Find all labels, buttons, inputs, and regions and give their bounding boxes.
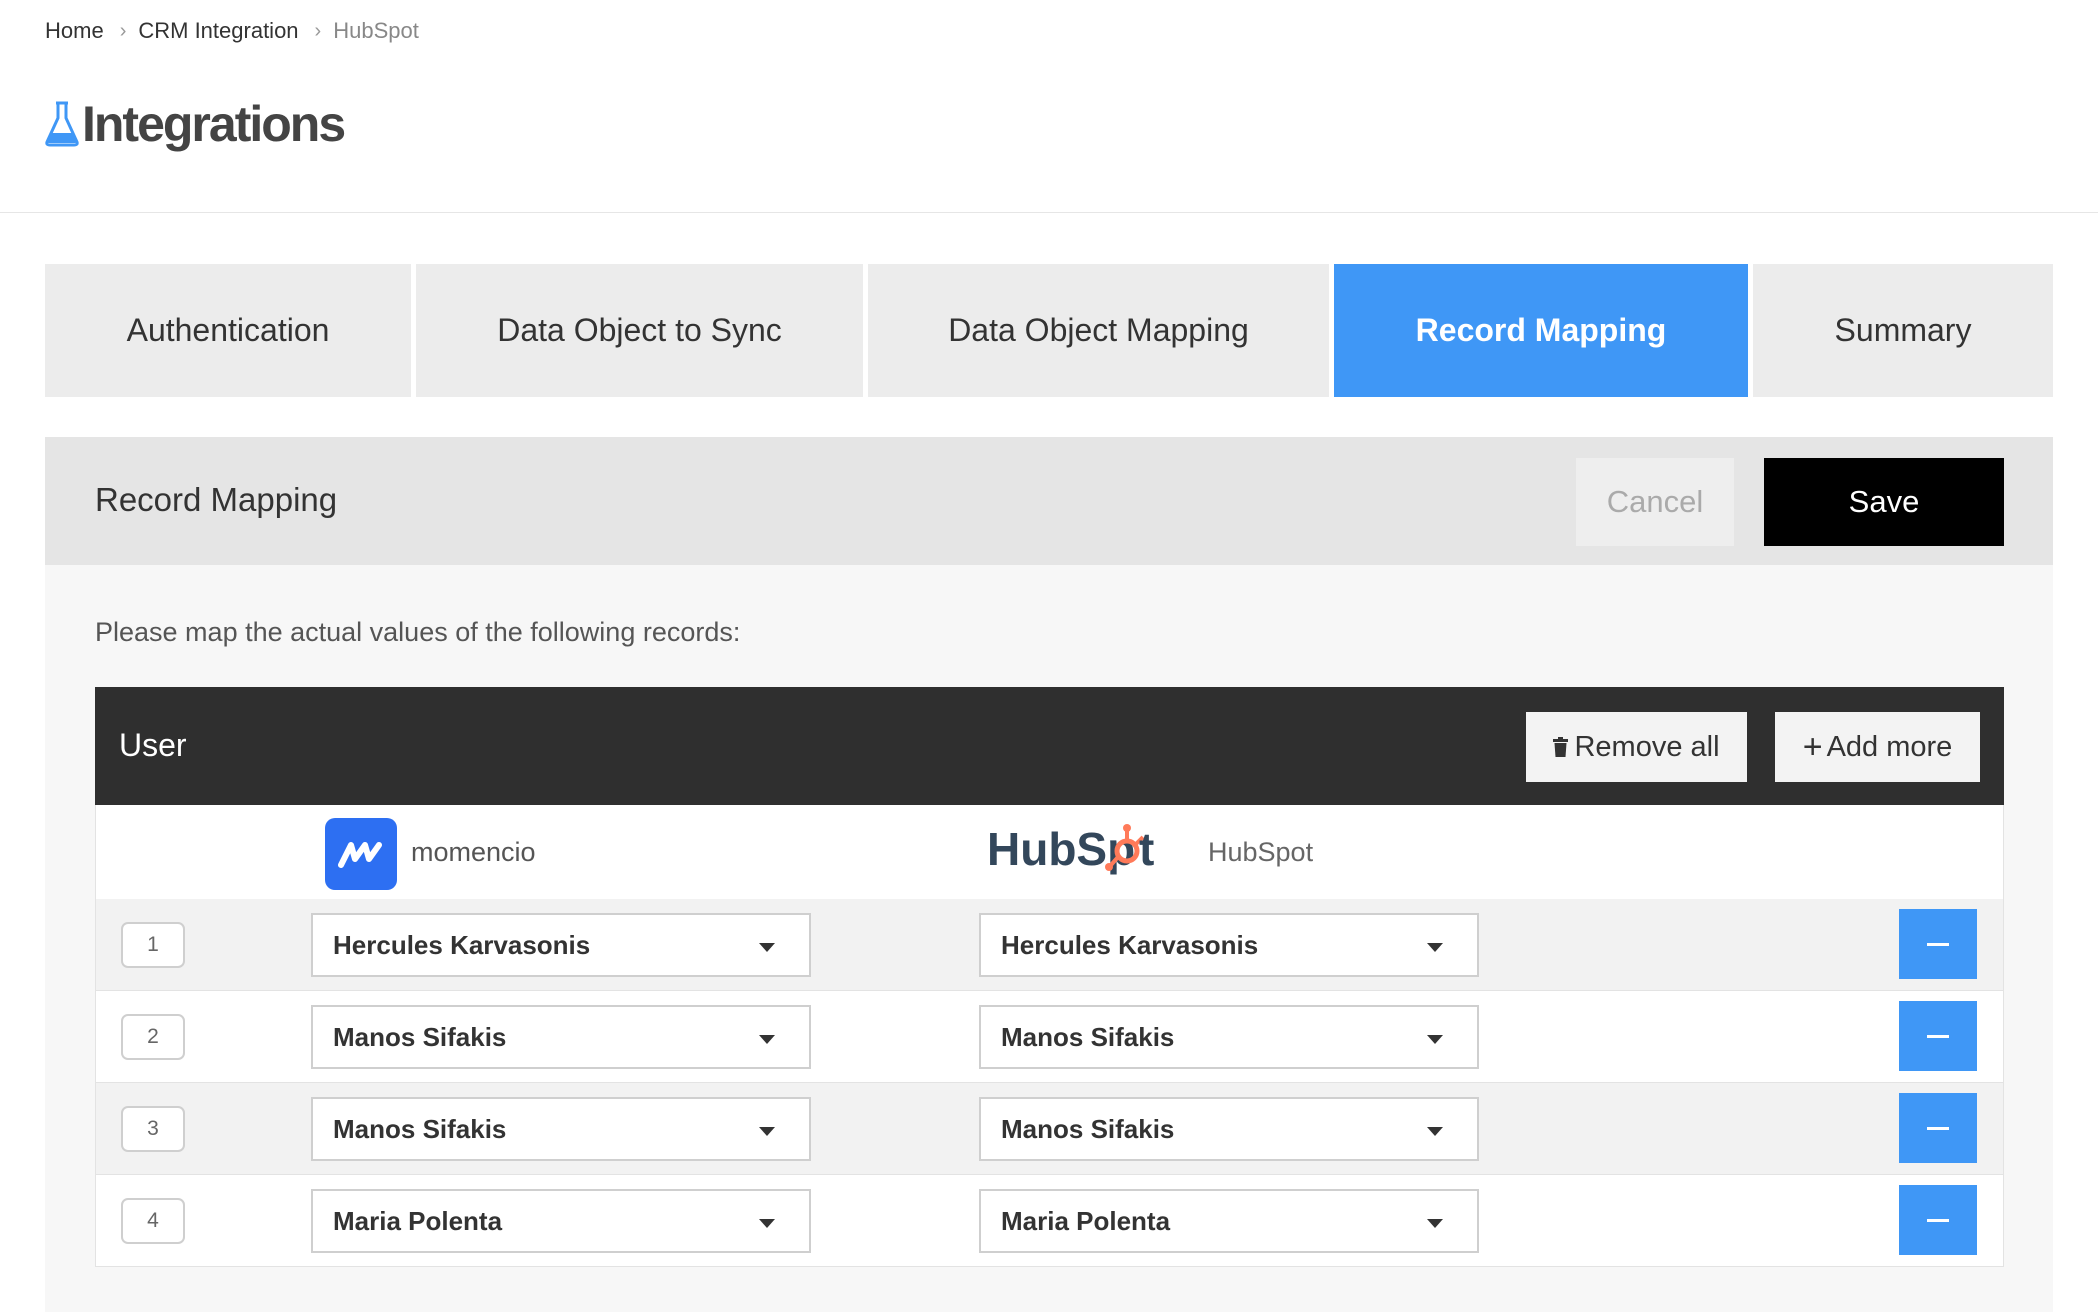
- row-number: 2: [121, 1014, 185, 1060]
- add-more-label: Add more: [1826, 730, 1953, 763]
- row-number: 4: [121, 1198, 185, 1244]
- remove-row-button[interactable]: [1899, 1001, 1977, 1071]
- caret-down-icon: [759, 1035, 775, 1044]
- trash-icon: [1553, 737, 1569, 757]
- panel-header: Record Mapping Cancel Save: [45, 437, 2053, 565]
- panel-title: Record Mapping: [95, 481, 338, 518]
- hubspot-logo: HubSp t: [987, 823, 1154, 875]
- mapping-row: 4 Maria Polenta Maria Polenta: [95, 1175, 2004, 1267]
- remove-all-label: Remove all: [1574, 730, 1720, 763]
- breadcrumb-home[interactable]: Home: [45, 18, 104, 44]
- wizard-tabs: Authentication Data Object to Sync Data …: [45, 264, 2053, 397]
- brand-header-row: momencio HubSp t HubSpot: [95, 805, 2004, 899]
- minus-icon: [1927, 1034, 1949, 1038]
- target-value: Maria Polenta: [1001, 1205, 1171, 1236]
- caret-down-icon: [1427, 1035, 1443, 1044]
- target-value-select[interactable]: Maria Polenta: [979, 1189, 1479, 1253]
- mapping-row: 3 Manos Sifakis Manos Sifakis: [95, 1083, 2004, 1175]
- target-system-name: HubSpot: [1208, 837, 1314, 867]
- source-value: Manos Sifakis: [333, 1021, 507, 1052]
- caret-down-icon: [1427, 1219, 1443, 1228]
- target-value: Manos Sifakis: [1001, 1021, 1175, 1052]
- user-block-title: User: [119, 727, 187, 763]
- caret-down-icon: [759, 1219, 775, 1228]
- remove-all-button[interactable]: Remove all: [1526, 712, 1747, 782]
- remove-row-button[interactable]: [1899, 1093, 1977, 1163]
- tab-authentication[interactable]: Authentication: [45, 264, 411, 397]
- caret-down-icon: [1427, 943, 1443, 952]
- chevron-right-icon: ›: [314, 19, 322, 42]
- momencio-logo: [325, 818, 397, 890]
- remove-row-button[interactable]: [1899, 1185, 1977, 1255]
- target-value: Hercules Karvasonis: [1001, 929, 1259, 960]
- svg-text:t: t: [1139, 823, 1154, 875]
- target-value-select[interactable]: Manos Sifakis: [979, 1097, 1479, 1161]
- mapping-row: 2 Manos Sifakis Manos Sifakis: [95, 991, 2004, 1083]
- target-value-select[interactable]: Manos Sifakis: [979, 1005, 1479, 1069]
- breadcrumb-hubspot: HubSpot: [333, 18, 419, 43]
- remove-row-button[interactable]: [1899, 909, 1977, 979]
- minus-icon: [1927, 942, 1949, 946]
- chevron-right-icon: ›: [119, 19, 127, 42]
- source-value-select[interactable]: Manos Sifakis: [311, 1097, 811, 1161]
- source-value: Manos Sifakis: [333, 1113, 507, 1144]
- source-value: Maria Polenta: [333, 1205, 503, 1236]
- cancel-button[interactable]: Cancel: [1576, 458, 1734, 546]
- momencio-m-icon: [338, 842, 382, 868]
- source-system-name: momencio: [411, 837, 536, 867]
- source-value-select[interactable]: Maria Polenta: [311, 1189, 811, 1253]
- flask-icon: [45, 101, 79, 147]
- tab-summary[interactable]: Summary: [1753, 264, 2053, 397]
- minus-icon: [1927, 1218, 1949, 1222]
- instruction-text: Please map the actual values of the foll…: [95, 617, 741, 647]
- page-header: Integrations: [44, 95, 346, 153]
- save-button[interactable]: Save: [1764, 458, 2004, 546]
- mapping-row: 1 Hercules Karvasonis Hercules Karvasoni…: [95, 899, 2004, 991]
- minus-icon: [1927, 1126, 1949, 1130]
- header-divider: [0, 212, 2098, 213]
- user-block-header: User Remove all + Add more: [95, 687, 2004, 805]
- target-value: Manos Sifakis: [1001, 1113, 1175, 1144]
- row-number: 1: [121, 922, 185, 968]
- caret-down-icon: [759, 1127, 775, 1136]
- user-mapping-block: User Remove all + Add more momencio HubS…: [95, 687, 2004, 1267]
- caret-down-icon: [759, 943, 775, 952]
- tab-record-mapping[interactable]: Record Mapping: [1334, 264, 1748, 397]
- page-title: Integrations: [82, 96, 346, 152]
- record-mapping-panel: Record Mapping Cancel Save Please map th…: [45, 437, 2053, 1312]
- breadcrumb-crm-integration[interactable]: CRM Integration: [138, 18, 298, 44]
- source-value-select[interactable]: Manos Sifakis: [311, 1005, 811, 1069]
- tab-data-object-mapping[interactable]: Data Object Mapping: [868, 264, 1329, 397]
- source-value: Hercules Karvasonis: [333, 929, 591, 960]
- add-more-button[interactable]: + Add more: [1775, 712, 1980, 782]
- breadcrumb: Home › CRM Integration › HubSpot: [45, 18, 419, 44]
- source-value-select[interactable]: Hercules Karvasonis: [311, 913, 811, 977]
- row-number: 3: [121, 1106, 185, 1152]
- target-value-select[interactable]: Hercules Karvasonis: [979, 913, 1479, 977]
- caret-down-icon: [1427, 1127, 1443, 1136]
- tab-data-object-to-sync[interactable]: Data Object to Sync: [416, 264, 863, 397]
- plus-icon: +: [1802, 728, 1823, 766]
